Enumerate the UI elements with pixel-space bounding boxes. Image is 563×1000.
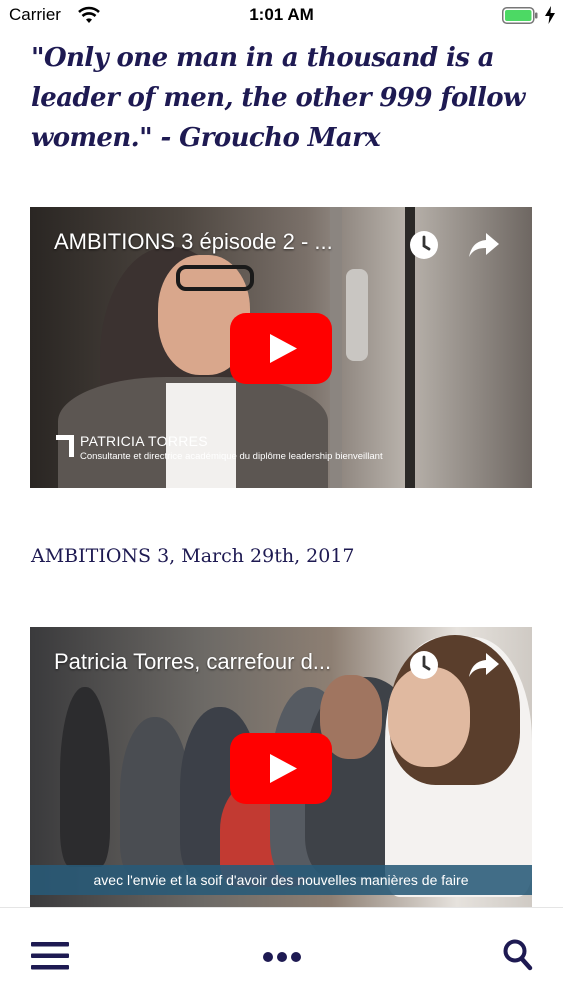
lower-third-logo: [56, 435, 74, 457]
video-thumbnail-handle: [346, 269, 368, 361]
lower-third-subtitle: Consultante et directrice académique du …: [80, 451, 383, 462]
bottom-toolbar: [0, 907, 563, 1000]
share-icon[interactable]: [468, 231, 500, 259]
status-bar: Carrier 1:01 AM: [0, 0, 563, 32]
quote-text: "Only one man in a thousand is a leader …: [31, 43, 525, 153]
battery-icon: [502, 7, 538, 24]
video-player-2[interactable]: Patricia Torres, carrefour d... avec l'e…: [30, 627, 532, 907]
share-icon[interactable]: [468, 651, 500, 679]
video-title: AMBITIONS 3 épisode 2 - ...: [54, 229, 333, 254]
lower-third-name: PATRICIA TORRES: [80, 433, 208, 449]
video-thumbnail-glasses: [176, 265, 254, 291]
charging-icon: [545, 6, 555, 24]
video-caption: AMBITIONS 3, March 29th, 2017: [31, 545, 355, 567]
clock-icon[interactable]: [408, 229, 440, 261]
video-thumbnail-face: [388, 667, 470, 767]
hamburger-menu-icon[interactable]: [31, 942, 69, 970]
more-dots-icon[interactable]: [262, 951, 302, 963]
search-icon[interactable]: [503, 939, 533, 971]
video-player-1[interactable]: AMBITIONS 3 épisode 2 - ... PATRICIA TOR…: [30, 207, 532, 488]
youtube-play-icon[interactable]: [230, 313, 332, 384]
video-subtitle-band: avec l'envie et la soif d'avoir des nouv…: [30, 865, 532, 895]
status-time: 1:01 AM: [249, 5, 314, 24]
clock-icon[interactable]: [408, 649, 440, 681]
youtube-play-icon[interactable]: [230, 733, 332, 804]
video-thumbnail-attendee: [60, 687, 110, 867]
video-title: Patricia Torres, carrefour d...: [54, 649, 332, 674]
